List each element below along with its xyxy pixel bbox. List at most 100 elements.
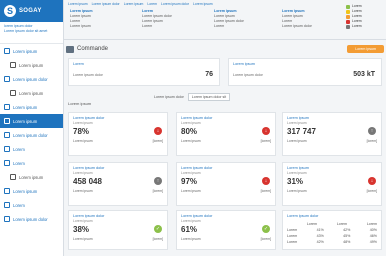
sidebar-item-label: Lorem <box>13 160 25 166</box>
summary-card-left: Lorem Lorem ipsum dolor 76 <box>68 58 220 86</box>
legend-swatch <box>346 24 350 29</box>
kpi-label: Lorem ipsum dolor <box>181 214 213 218</box>
nav-icon <box>10 62 16 68</box>
kpi-value: 78% <box>73 127 90 136</box>
sidebar-item-label: Lorem ipsum dolor <box>13 76 48 82</box>
sidebar-item[interactable]: Lorem <box>0 142 63 156</box>
kpi-value: 31% <box>287 177 304 186</box>
sidebar-item-label: Lorem <box>13 146 25 152</box>
mini-table-card: Lorem ipsum dolor Lorem Lorem Lorem Lorem 41… <box>282 210 382 250</box>
top-tab[interactable]: Lorem ipsum dolor <box>92 2 120 8</box>
nav-icon <box>4 160 10 166</box>
summary-value: 76 <box>205 71 213 78</box>
sidebar-item[interactable]: Lorem ipsum <box>0 100 63 114</box>
mini-table-cell: 49% <box>369 240 377 244</box>
kpi-footer-left: Lorem ipsum <box>287 189 307 193</box>
order-icon <box>66 45 74 53</box>
kpi-footer: Lorem ipsum [lorem] <box>181 139 271 143</box>
kpi-card[interactable]: Lorem ipsum dolor Lorem ipsum 78% ↓ Lorem ip… <box>68 112 168 156</box>
top-info-column: Lorem ipsum Lorem ipsum Lorem Lorem ipsum <box>70 9 130 37</box>
sidebar-item[interactable]: Lorem ipsum <box>0 114 63 128</box>
down-arrow-icon: ↓ <box>154 127 162 135</box>
kpi-sublabel: Lorem ipsum <box>181 219 201 223</box>
column-line: Lorem ipsum <box>70 24 91 28</box>
kpi-footer-link[interactable]: [lorem] <box>153 139 163 143</box>
sidebar-item-label: Lorem <box>13 202 25 208</box>
top-info-column: Lorem Lorem ipsum dolor Lorem ipsum Lorem <box>142 9 202 37</box>
kpi-value: 317 747 <box>287 127 316 136</box>
sidebar-item[interactable]: Lorem ipsum <box>0 184 63 198</box>
kpi-value: 61% <box>181 225 198 234</box>
nav-icon <box>4 216 10 222</box>
kpi-footer-left: Lorem ipsum <box>73 189 93 193</box>
user-info[interactable]: lorem ipsum dolor Lorem ipsum dolor sit … <box>0 22 63 44</box>
kpi-value: 80% <box>181 127 198 136</box>
kpi-card[interactable]: Lorem ipsum dolor Lorem ipsum 38% ✓ Lorem ip… <box>68 210 168 250</box>
nav-icon <box>4 48 10 54</box>
nav-icon <box>4 118 10 124</box>
top-tab[interactable]: Lorem ipsum <box>193 2 213 8</box>
kpi-footer-link[interactable]: [lorem] <box>261 139 271 143</box>
up-arrow-icon: ↑ <box>368 127 376 135</box>
sidebar: S SOGAY lorem ipsum dolor Lorem ipsum do… <box>0 0 64 256</box>
summary-desc: Lorem ipsum dolor <box>233 73 263 77</box>
kpi-card[interactable]: Lorem ipsum Lorem ipsum 317 747 ↑ Lorem ipsu… <box>282 112 382 156</box>
sidebar-item[interactable]: Lorem ipsum dolor <box>0 212 63 226</box>
top-info-column: Lorem ipsum Lorem ipsum Lorem ipsum dolor L… <box>214 9 274 37</box>
nav-icon <box>4 132 10 138</box>
kpi-footer-link[interactable]: [lorem] <box>153 237 163 241</box>
primary-action-button[interactable]: Lorem ipsum <box>347 45 384 53</box>
top-tab[interactable]: Lorem ipsum <box>68 2 88 8</box>
legend-item: Lorem <box>346 24 382 29</box>
brand-header[interactable]: S SOGAY <box>0 0 63 22</box>
mini-table-cell: Lorem <box>287 240 298 244</box>
kpi-footer: Lorem ipsum [lorem] <box>73 189 163 193</box>
sidebar-item[interactable]: Lorem <box>0 156 63 170</box>
sidebar-item[interactable]: Lorem ipsum dolor <box>0 72 63 86</box>
kpi-sublabel: Lorem ipsum <box>73 219 93 223</box>
column-line: Lorem <box>142 24 153 28</box>
filter-label: Lorem ipsum dolor <box>154 95 184 99</box>
up-arrow-icon: ↑ <box>154 177 162 185</box>
sidebar-item[interactable]: Lorem ipsum <box>0 58 63 72</box>
kpi-footer-link[interactable]: [lorem] <box>261 237 271 241</box>
kpi-card[interactable]: Lorem ipsum dolor Lorem ipsum 80% ↓ Lorem ip… <box>176 112 276 156</box>
kpi-label: Lorem ipsum dolor <box>181 116 213 120</box>
kpi-footer-left: Lorem ipsum <box>181 237 201 241</box>
sidebar-item[interactable]: Lorem ipsum <box>0 86 63 100</box>
sidebar-item[interactable]: Lorem ipsum <box>0 170 63 184</box>
kpi-footer-link[interactable]: [lorem] <box>367 189 377 193</box>
sidebar-item-label: Lorem ipsum <box>19 174 44 180</box>
sidebar-item-label: Lorem ipsum <box>19 62 44 68</box>
nav-icon <box>10 90 16 96</box>
kpi-card[interactable]: Lorem ipsum dolor Lorem ipsum 61% ✓ Lorem ip… <box>176 210 276 250</box>
sidebar-item[interactable]: Lorem ipsum <box>0 44 63 58</box>
summary-label: Lorem <box>73 62 84 66</box>
top-tab[interactable]: Lorem <box>147 2 157 8</box>
top-tab[interactable]: Lorem ipsum <box>124 2 144 8</box>
kpi-sublabel: Lorem ipsum <box>287 171 307 175</box>
kpi-footer: Lorem ipsum [lorem] <box>181 237 271 241</box>
nav-icon <box>10 174 16 180</box>
kpi-label: Lorem ipsum <box>287 116 309 120</box>
kpi-sublabel: Lorem ipsum <box>73 171 93 175</box>
kpi-footer-link[interactable]: [lorem] <box>153 189 163 193</box>
sidebar-item[interactable]: Lorem <box>0 198 63 212</box>
sidebar-item[interactable]: Lorem ipsum dolor <box>0 128 63 142</box>
top-info-column: Lorem ipsum Lorem ipsum Lorem Lorem ipsum d… <box>282 9 342 37</box>
filter-select[interactable]: Lorem ipsum dolor sit <box>187 93 231 101</box>
legend-swatch <box>346 9 350 14</box>
kpi-footer-left: Lorem ipsum <box>73 139 93 143</box>
kpi-footer: Lorem ipsum [lorem] <box>287 189 377 193</box>
nav-icon <box>4 104 10 110</box>
kpi-footer-link[interactable]: [lorem] <box>261 189 271 193</box>
check-icon: ✓ <box>262 225 270 233</box>
kpi-footer: Lorem ipsum [lorem] <box>73 139 163 143</box>
page-title: Commande <box>77 46 109 52</box>
kpi-card[interactable]: Lorem ipsum dolor Lorem ipsum 458 048 ↑ Lore… <box>68 162 168 206</box>
sidebar-item-label: Lorem ipsum <box>13 48 38 54</box>
kpi-footer-link[interactable]: [lorem] <box>367 139 377 143</box>
kpi-card[interactable]: Lorem ipsum Lorem ipsum 31% ↓ Lorem ipsum [lo… <box>282 162 382 206</box>
kpi-card[interactable]: Lorem ipsum dolor Lorem ipsum 97% ↓ Lorem ip… <box>176 162 276 206</box>
top-tab[interactable]: Lorem ipsum dolor <box>161 2 189 8</box>
